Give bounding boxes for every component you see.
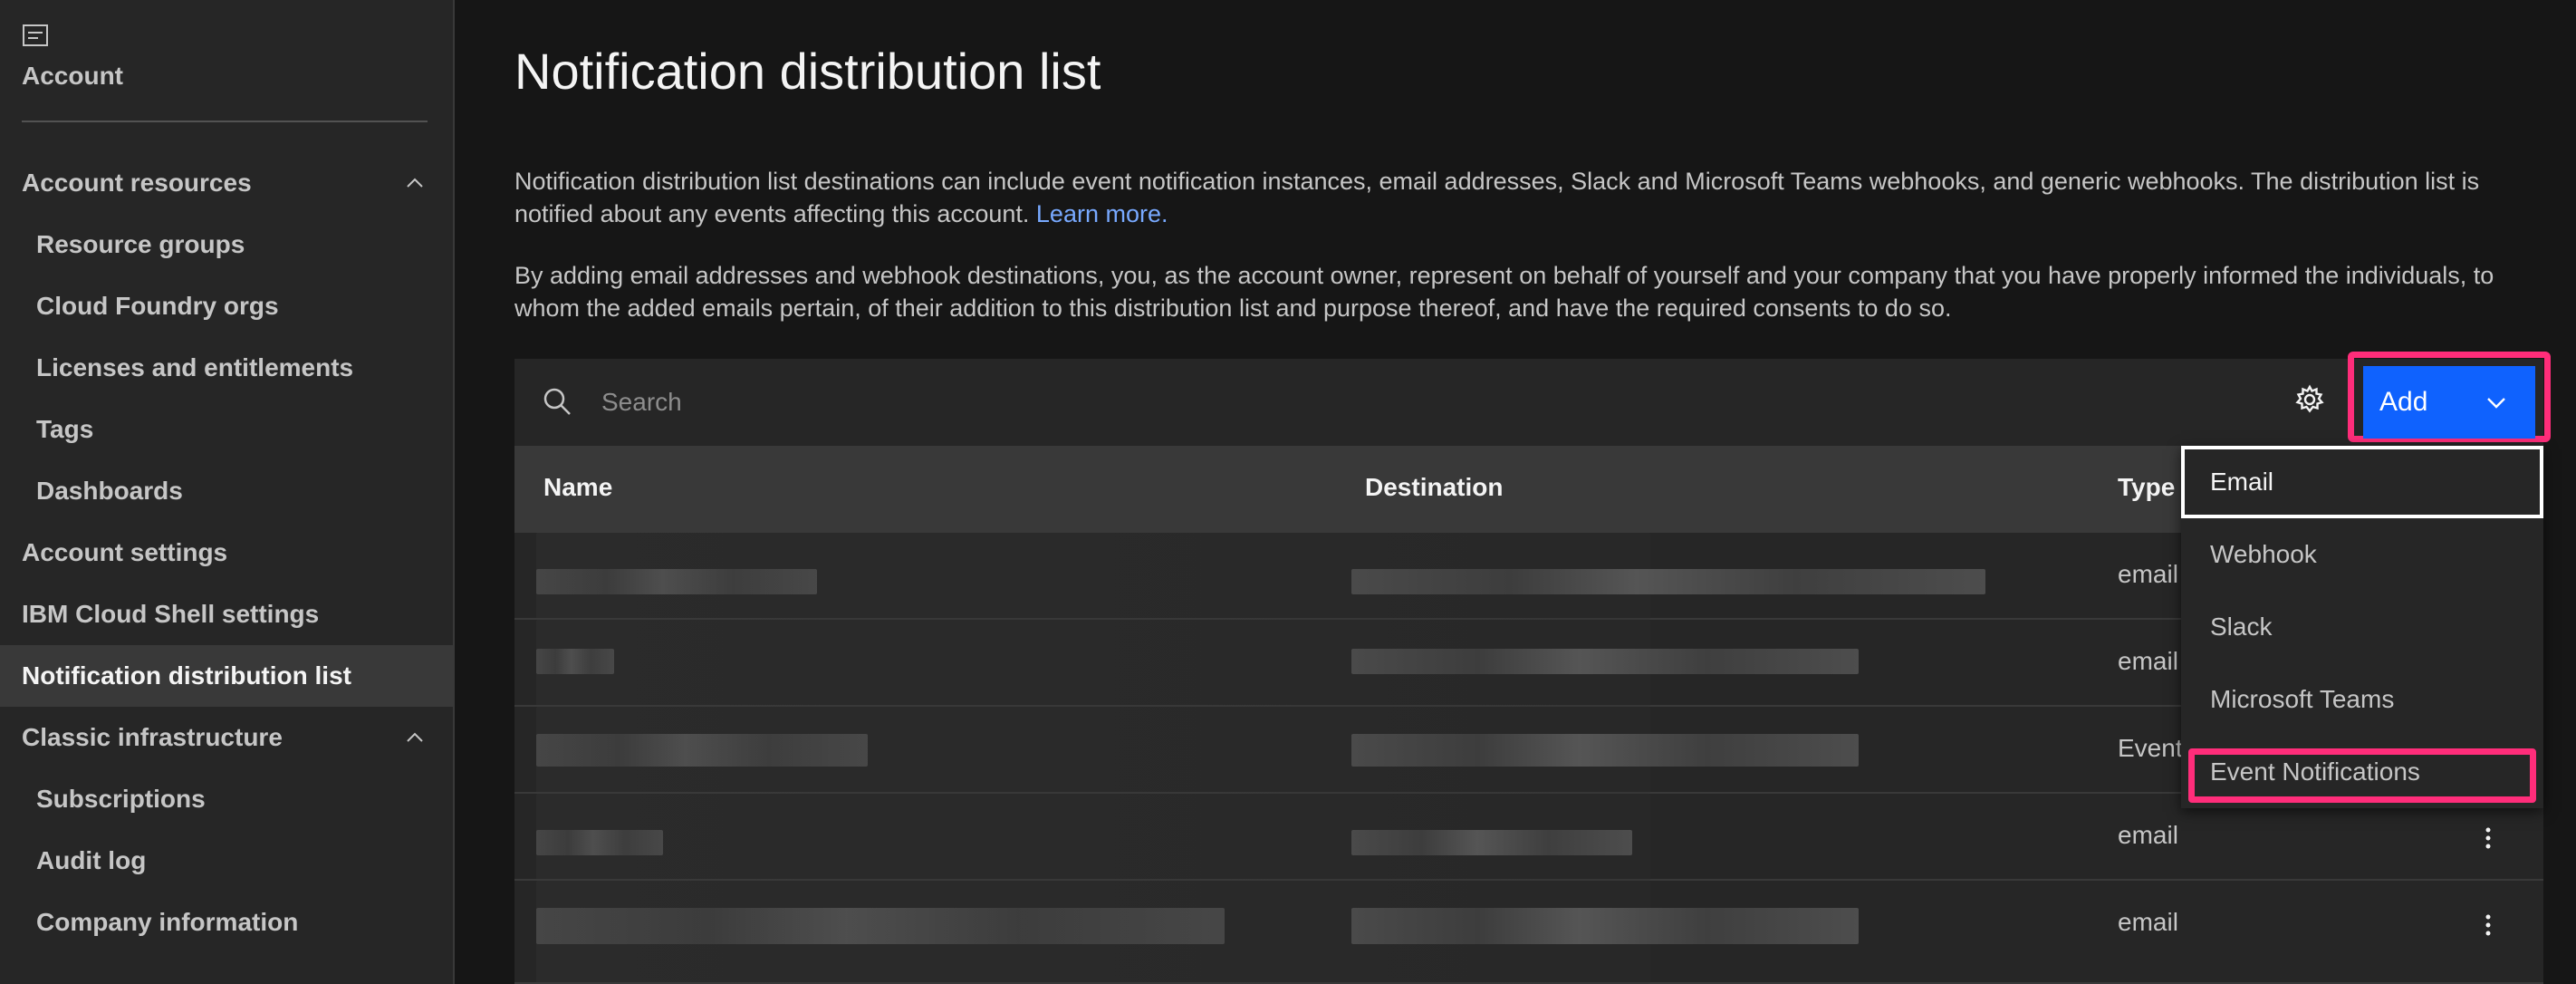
menu-item-webhook[interactable]: Webhook bbox=[2181, 518, 2543, 591]
sidebar-item-cloud-foundry-orgs[interactable]: Cloud Foundry orgs bbox=[0, 275, 453, 337]
sidebar-divider bbox=[22, 121, 428, 122]
column-header-name[interactable]: Name bbox=[543, 473, 612, 502]
sidebar: Account Account resources Resource group… bbox=[0, 0, 455, 984]
sidebar-item-label: Notification distribution list bbox=[22, 661, 351, 690]
redacted-destination bbox=[1351, 908, 1859, 944]
type-cell: email bbox=[2118, 821, 2178, 849]
table-row[interactable]: email bbox=[514, 881, 2543, 984]
column-header-type[interactable]: Type bbox=[2118, 473, 2175, 502]
sidebar-item-resource-groups[interactable]: Resource groups bbox=[0, 214, 453, 275]
description-paragraph-2: By adding email addresses and webhook de… bbox=[514, 262, 2494, 322]
sidebar-item-label: IBM Cloud Shell settings bbox=[22, 600, 320, 628]
sidebar-item-subscriptions[interactable]: Subscriptions bbox=[0, 768, 453, 830]
sidebar-item-tags[interactable]: Tags bbox=[0, 399, 453, 460]
column-header-destination[interactable]: Destination bbox=[1365, 473, 1503, 502]
sidebar-title: Account bbox=[22, 62, 123, 90]
sidebar-item-label: Account settings bbox=[22, 538, 228, 566]
overflow-menu-icon[interactable] bbox=[2473, 823, 2504, 854]
menu-item-email[interactable]: Email bbox=[2181, 446, 2543, 518]
table-toolbar bbox=[514, 359, 2543, 446]
redacted-destination bbox=[1351, 830, 1632, 855]
sidebar-item-label: Subscriptions bbox=[36, 785, 206, 813]
sidebar-item-label: Tags bbox=[36, 415, 94, 443]
type-cell: email bbox=[2118, 647, 2178, 675]
type-cell: email bbox=[2118, 908, 2178, 936]
sidebar-item-label: Cloud Foundry orgs bbox=[36, 292, 279, 320]
sidebar-item-audit-log[interactable]: Audit log bbox=[0, 830, 453, 892]
chevron-down-icon bbox=[2487, 398, 2505, 409]
redacted-destination bbox=[1351, 734, 1859, 767]
sidebar-item-label: Resource groups bbox=[36, 230, 245, 258]
redacted-destination bbox=[1351, 649, 1859, 674]
sidebar-item-account-resources[interactable]: Account resources bbox=[0, 152, 453, 214]
chevron-up-icon bbox=[407, 732, 423, 742]
sidebar-item-label: Company information bbox=[36, 908, 299, 936]
description-paragraph-1: Notification distribution list destinati… bbox=[514, 165, 2543, 230]
sidebar-item-label: Licenses and entitlements bbox=[36, 353, 354, 381]
type-cell: email bbox=[2118, 560, 2178, 588]
sidebar-item-cloud-shell-settings[interactable]: IBM Cloud Shell settings bbox=[0, 584, 453, 645]
menu-item-microsoft-teams[interactable]: Microsoft Teams bbox=[2181, 663, 2543, 736]
sidebar-item-label: Account resources bbox=[22, 169, 252, 197]
panel-icon bbox=[23, 24, 48, 46]
learn-more-link[interactable]: Learn more. bbox=[1036, 200, 1168, 227]
overflow-menu-icon[interactable] bbox=[2473, 910, 2504, 941]
sidebar-item-company-information[interactable]: Company information bbox=[0, 892, 453, 953]
sidebar-item-licenses[interactable]: Licenses and entitlements bbox=[0, 337, 453, 399]
sidebar-item-classic-infrastructure[interactable]: Classic infrastructure bbox=[0, 707, 453, 768]
sidebar-item-label: Dashboards bbox=[36, 477, 183, 505]
sidebar-item-dashboards[interactable]: Dashboards bbox=[0, 460, 453, 522]
sidebar-item-label: Classic infrastructure bbox=[22, 723, 283, 751]
add-button[interactable]: Add bbox=[2363, 366, 2535, 439]
redacted-destination bbox=[1351, 569, 1985, 594]
search-input[interactable] bbox=[601, 375, 2413, 429]
gear-icon[interactable] bbox=[2294, 384, 2325, 415]
description-text: Notification distribution list destinati… bbox=[514, 168, 2480, 227]
page-title: Notification distribution list bbox=[514, 43, 1101, 100]
menu-item-slack[interactable]: Slack bbox=[2181, 591, 2543, 663]
event-notifications-highlight bbox=[2188, 748, 2536, 803]
search-icon bbox=[543, 388, 571, 415]
sidebar-item-label: Audit log bbox=[36, 846, 147, 874]
sidebar-item-account-settings[interactable]: Account settings bbox=[0, 522, 453, 584]
sidebar-item-notification-distribution-list[interactable]: Notification distribution list bbox=[0, 645, 453, 707]
chevron-up-icon bbox=[407, 178, 423, 188]
add-button-label: Add bbox=[2379, 387, 2428, 417]
